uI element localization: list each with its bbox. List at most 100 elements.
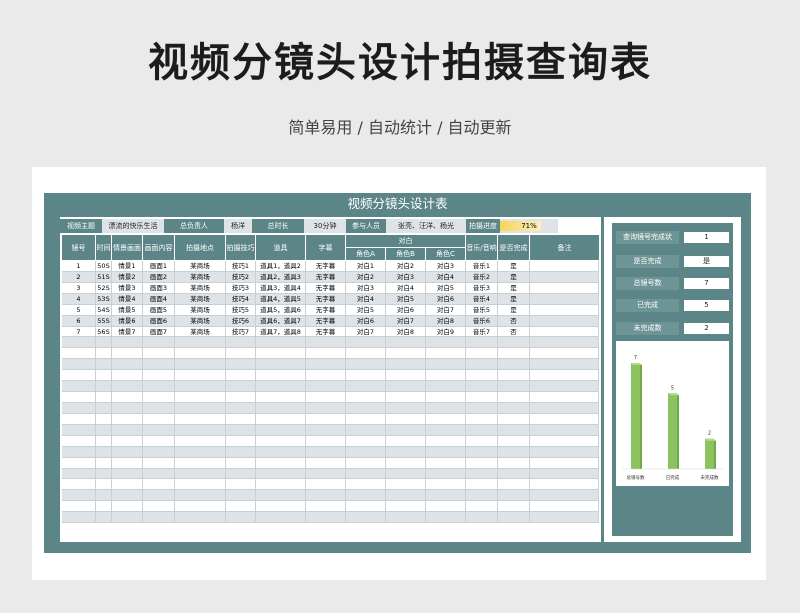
cell-time[interactable] (96, 435, 112, 446)
cell-role-a[interactable] (346, 370, 386, 381)
cell-role-b[interactable] (386, 446, 426, 457)
cell-subtitle[interactable]: 无字幕 (306, 304, 346, 315)
cell-props[interactable] (256, 359, 306, 370)
cell-shot-no[interactable]: 7 (62, 326, 96, 337)
cell-location[interactable] (175, 370, 226, 381)
cell-remark[interactable] (530, 479, 599, 490)
cell-scene[interactable]: 情景3 (112, 282, 143, 293)
cell-technique[interactable] (226, 370, 256, 381)
cell-technique[interactable] (226, 359, 256, 370)
cell-subtitle[interactable] (306, 435, 346, 446)
cell-frame[interactable] (143, 479, 175, 490)
cell-scene[interactable] (112, 512, 143, 523)
cell-role-a[interactable]: 对白6 (346, 315, 386, 326)
cell-frame[interactable]: 画面1 (143, 261, 175, 271)
cell-music[interactable] (466, 402, 498, 413)
cell-scene[interactable] (112, 359, 143, 370)
cell-role-c[interactable] (426, 370, 466, 381)
cell-role-b[interactable]: 对白7 (386, 315, 426, 326)
cell-remark[interactable] (530, 402, 599, 413)
cell-role-b[interactable] (386, 501, 426, 512)
cell-technique[interactable] (226, 457, 256, 468)
cell-time[interactable] (96, 392, 112, 402)
cell-frame[interactable] (143, 413, 175, 424)
cell-shot-no[interactable] (62, 512, 96, 523)
cell-music[interactable] (466, 512, 498, 523)
cell-role-c[interactable]: 对白7 (426, 304, 466, 315)
cell-remark[interactable] (530, 490, 599, 501)
cell-role-c[interactable] (426, 392, 466, 402)
cell-role-c[interactable] (426, 348, 466, 359)
cell-role-c[interactable] (426, 381, 466, 392)
cell-role-b[interactable] (386, 468, 426, 479)
cell-subtitle[interactable] (306, 446, 346, 457)
cell-frame[interactable]: 画面3 (143, 282, 175, 293)
cell-role-a[interactable]: 对白1 (346, 261, 386, 271)
cell-done[interactable] (498, 348, 530, 359)
cell-technique[interactable] (226, 392, 256, 402)
cell-role-b[interactable] (386, 348, 426, 359)
cell-location[interactable]: 某商场 (175, 326, 226, 337)
cell-frame[interactable] (143, 392, 175, 402)
cell-scene[interactable] (112, 424, 143, 435)
cell-technique[interactable]: 技巧4 (226, 293, 256, 304)
cell-music[interactable]: 音乐3 (466, 282, 498, 293)
cell-frame[interactable]: 画面7 (143, 326, 175, 337)
cell-role-b[interactable] (386, 479, 426, 490)
cell-remark[interactable] (530, 293, 599, 304)
cell-subtitle[interactable]: 无字幕 (306, 271, 346, 282)
cell-music[interactable] (466, 501, 498, 512)
cell-technique[interactable] (226, 446, 256, 457)
cell-music[interactable] (466, 392, 498, 402)
cell-time[interactable] (96, 479, 112, 490)
cell-role-b[interactable] (386, 359, 426, 370)
cell-location[interactable] (175, 359, 226, 370)
cell-location[interactable]: 某商场 (175, 315, 226, 326)
cell-location[interactable] (175, 446, 226, 457)
cell-music[interactable]: 音乐7 (466, 326, 498, 337)
cell-role-b[interactable]: 对白4 (386, 282, 426, 293)
cell-props[interactable] (256, 381, 306, 392)
cell-shot-no[interactable] (62, 359, 96, 370)
cell-role-b[interactable] (386, 370, 426, 381)
cell-role-c[interactable] (426, 490, 466, 501)
cell-technique[interactable] (226, 490, 256, 501)
cell-remark[interactable] (530, 435, 599, 446)
cell-props[interactable] (256, 337, 306, 348)
cell-shot-no[interactable] (62, 446, 96, 457)
cell-role-a[interactable] (346, 359, 386, 370)
cell-remark[interactable] (530, 304, 599, 315)
cell-props[interactable]: 道具5，道具6 (256, 304, 306, 315)
cell-remark[interactable] (530, 468, 599, 479)
cell-subtitle[interactable] (306, 413, 346, 424)
cell-shot-no[interactable]: 4 (62, 293, 96, 304)
cell-location[interactable] (175, 512, 226, 523)
cell-done[interactable]: 否 (498, 326, 530, 337)
cell-subtitle[interactable] (306, 392, 346, 402)
cell-subtitle[interactable]: 无字幕 (306, 315, 346, 326)
cell-frame[interactable] (143, 348, 175, 359)
cell-location[interactable] (175, 348, 226, 359)
cell-shot-no[interactable] (62, 413, 96, 424)
cell-subtitle[interactable] (306, 348, 346, 359)
cell-remark[interactable] (530, 381, 599, 392)
cell-role-c[interactable] (426, 435, 466, 446)
cell-shot-no[interactable] (62, 435, 96, 446)
cell-scene[interactable] (112, 435, 143, 446)
cell-time[interactable] (96, 468, 112, 479)
cell-frame[interactable] (143, 490, 175, 501)
cell-remark[interactable] (530, 326, 599, 337)
cell-frame[interactable]: 画面2 (143, 271, 175, 282)
cell-subtitle[interactable]: 无字幕 (306, 293, 346, 304)
cell-location[interactable] (175, 490, 226, 501)
cell-props[interactable] (256, 468, 306, 479)
cell-location[interactable]: 某商场 (175, 293, 226, 304)
cell-location[interactable] (175, 435, 226, 446)
cell-role-a[interactable] (346, 479, 386, 490)
cell-time[interactable] (96, 413, 112, 424)
cell-done[interactable] (498, 337, 530, 348)
cell-remark[interactable] (530, 271, 599, 282)
cell-frame[interactable] (143, 381, 175, 392)
cell-done[interactable]: 否 (498, 315, 530, 326)
cell-role-a[interactable] (346, 512, 386, 523)
